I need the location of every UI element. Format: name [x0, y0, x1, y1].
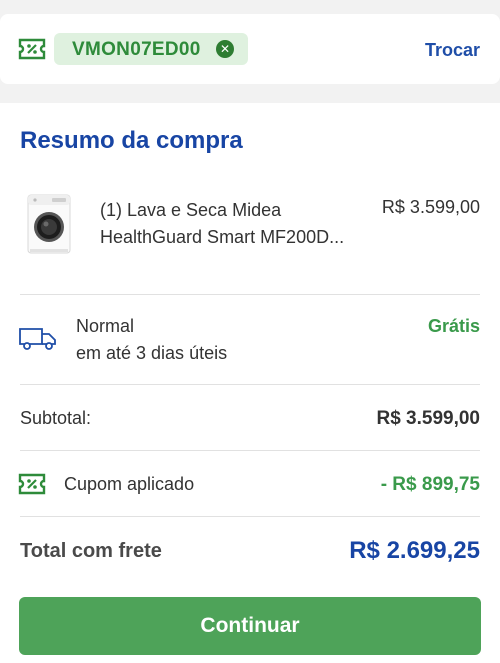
coupon-discount-value: - R$ 899,75 [380, 474, 480, 495]
coupon-chip: VMON07ED00 ✕ [54, 33, 248, 65]
divider [20, 384, 480, 385]
coupon-icon [18, 38, 46, 60]
order-summary-card: Resumo da compra (1) Lava e Seca Midea H… [0, 103, 500, 663]
washing-machine-image [27, 194, 71, 254]
coupon-icon [18, 473, 46, 495]
summary-title: Resumo da compra [20, 127, 243, 154]
total-value: R$ 2.699,25 [349, 537, 480, 564]
product-name-line-2: HealthGuard Smart MF200D... [100, 227, 345, 247]
product-name-line-1: (1) Lava e Seca Midea [100, 200, 282, 220]
subtotal-value: R$ 3.599,00 [376, 408, 480, 429]
coupon-bar: VMON07ED00 ✕ Trocar [0, 14, 500, 84]
coupon-applied-label: Cupom aplicado [64, 474, 195, 494]
product-price: R$ 3.599,00 [381, 197, 480, 217]
divider [20, 294, 480, 295]
divider [20, 516, 480, 517]
close-circle-icon[interactable]: ✕ [216, 40, 234, 58]
subtotal-label: Subtotal: [20, 408, 92, 428]
product-name: (1) Lava e Seca Midea HealthGuard Smart … [100, 197, 362, 251]
truck-icon [19, 328, 56, 350]
continue-button[interactable]: Continuar [19, 597, 481, 655]
coupon-code: VMON07ED00 [72, 39, 201, 60]
divider [20, 450, 480, 451]
shipping-price: Grátis [427, 316, 480, 336]
total-label: Total com frete [20, 540, 162, 562]
shipping-eta: em até 3 dias úteis [76, 343, 228, 363]
change-coupon-link[interactable]: Trocar [425, 40, 480, 61]
shipping-method: Normal [76, 316, 135, 336]
